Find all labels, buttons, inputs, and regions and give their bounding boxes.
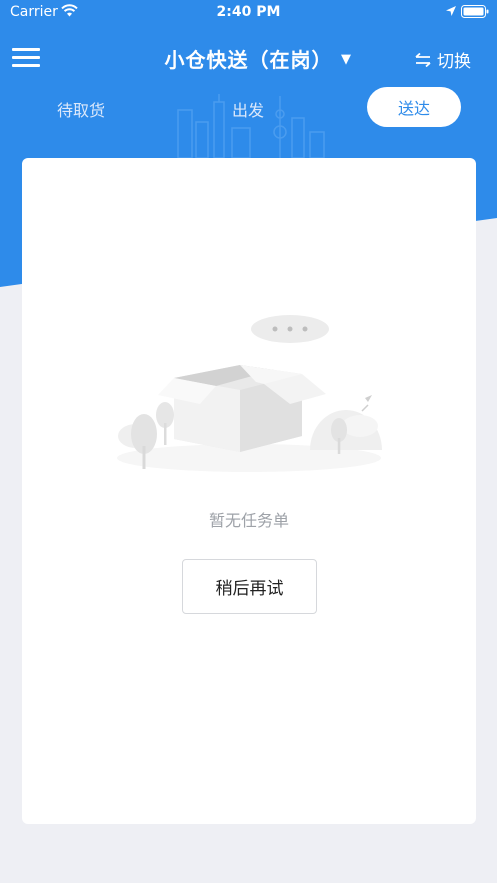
retry-button[interactable]: 稍后再试	[182, 559, 317, 614]
tab-depart[interactable]: 出发	[232, 97, 264, 121]
tab-delivered[interactable]: 送达	[367, 87, 461, 127]
location-arrow-icon	[446, 6, 456, 16]
empty-box-illustration	[117, 315, 382, 472]
battery-icon	[461, 5, 489, 18]
swap-arrows-icon	[415, 52, 431, 67]
empty-message: 暂无任务单	[208, 511, 289, 530]
status-time: 2:40 PM	[216, 4, 281, 20]
content-card: 暂无任务单 稍后再试	[22, 158, 476, 824]
tab-pickup[interactable]: 待取货	[57, 97, 105, 121]
status-bar: Carrier 2:40 PM	[0, 0, 497, 24]
switch-button[interactable]: 切换	[414, 47, 471, 72]
switch-label: 切换	[437, 52, 471, 72]
dropdown-caret-icon[interactable]: ▼	[341, 52, 351, 67]
